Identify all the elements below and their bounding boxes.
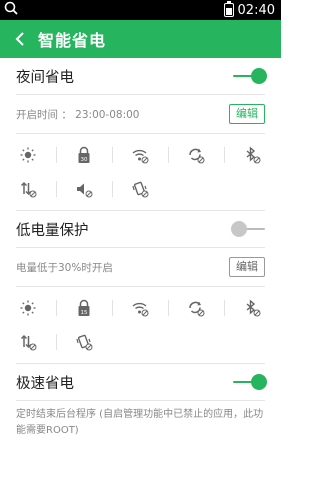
speed-saving-description: 定时结束后台程序 (自启管理功能中已禁止的应用，此功能需要ROOT) bbox=[16, 409, 264, 436]
sound-off-icon bbox=[56, 172, 112, 206]
speed-saving-label: 极速省电 bbox=[16, 375, 74, 392]
low-battery-edit-button[interactable]: 编辑 bbox=[229, 257, 265, 277]
sync-off-icon bbox=[168, 138, 224, 172]
title-bar: 智能省电 bbox=[0, 20, 281, 58]
low-battery-label: 低电量保护 bbox=[16, 222, 89, 239]
sync-off-icon bbox=[168, 291, 224, 325]
vibrate-off-icon bbox=[56, 325, 112, 359]
night-edit-button[interactable]: 编辑 bbox=[229, 104, 265, 124]
vibrate-off-icon bbox=[112, 172, 168, 206]
data-off-icon bbox=[0, 325, 56, 359]
battery-icon bbox=[223, 1, 234, 17]
brightness-icon bbox=[0, 138, 56, 172]
timeout-15-icon: 15 bbox=[56, 291, 112, 325]
brightness-icon bbox=[0, 291, 56, 325]
speed-saving-section: 极速省电 定时结束后台程序 (自启管理功能中已禁止的应用，此功能需要ROOT) bbox=[0, 364, 281, 445]
timeout-30-icon: 30 bbox=[56, 138, 112, 172]
night-saving-section: 夜间省电 开启时间 ： 23:00-08:00 编辑 30 bbox=[0, 58, 281, 211]
svg-text:15: 15 bbox=[81, 310, 88, 316]
bluetooth-off-icon bbox=[224, 138, 280, 172]
page-title: 智能省电 bbox=[38, 31, 107, 50]
speed-saving-toggle[interactable] bbox=[233, 373, 267, 391]
low-battery-condition-text: 电量低于30%时开启 bbox=[16, 261, 113, 274]
search-icon bbox=[4, 1, 18, 19]
svg-text:30: 30 bbox=[81, 157, 88, 163]
low-battery-toggle[interactable] bbox=[231, 220, 265, 238]
night-time-text: 开启时间 ： 23:00-08:00 bbox=[16, 108, 140, 121]
night-saving-toggle[interactable] bbox=[233, 67, 267, 85]
wifi-off-icon bbox=[112, 291, 168, 325]
low-battery-section: 低电量保护 电量低于30%时开启 编辑 15 bbox=[0, 211, 281, 364]
data-off-icon bbox=[0, 172, 56, 206]
bluetooth-off-icon bbox=[224, 291, 280, 325]
status-bar: 02:40 bbox=[0, 0, 281, 20]
clock: 02:40 bbox=[237, 2, 275, 18]
night-saving-label: 夜间省电 bbox=[16, 69, 74, 86]
wifi-off-icon bbox=[112, 138, 168, 172]
back-icon[interactable] bbox=[8, 27, 32, 51]
